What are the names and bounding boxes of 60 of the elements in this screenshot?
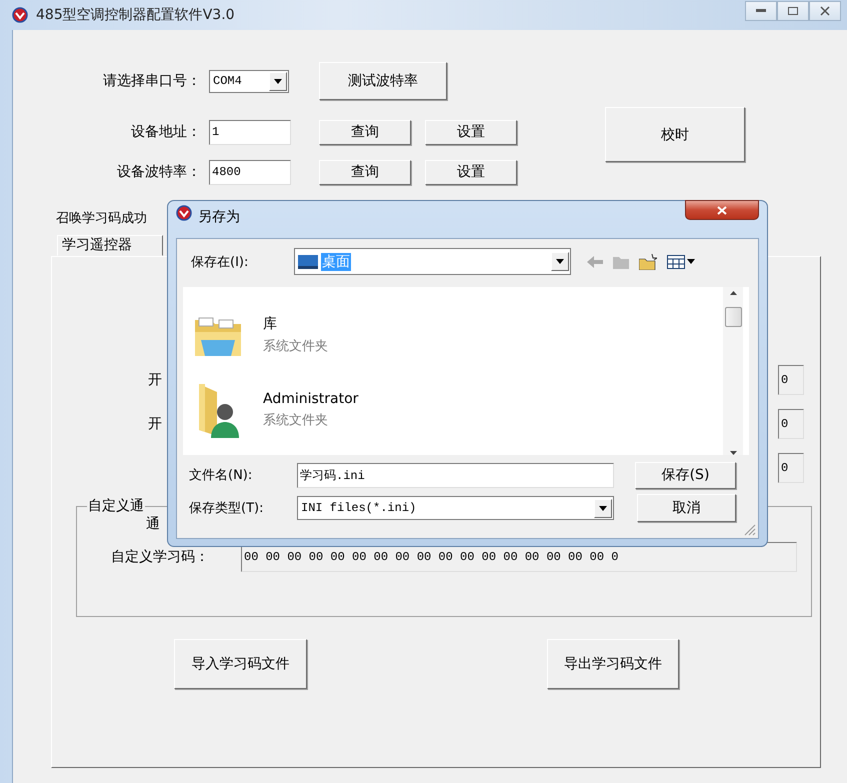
close-icon bbox=[717, 206, 727, 214]
tab[interactable]: 学习遥控器 bbox=[57, 235, 163, 256]
code-field[interactable]: 0 bbox=[778, 453, 804, 483]
scroll-thumb[interactable] bbox=[724, 307, 742, 327]
field-label: 设备地址： bbox=[130, 123, 202, 141]
input-field[interactable]: 4800 bbox=[209, 160, 291, 184]
resize-grip-icon[interactable] bbox=[744, 524, 756, 536]
channel-label: 通 bbox=[146, 516, 160, 532]
field-label: 保存类型(T): bbox=[188, 500, 264, 517]
minimize-icon bbox=[756, 9, 766, 13]
import-button[interactable]: 导入学习码文件 bbox=[174, 639, 307, 689]
window-title: 485型空调控制器配置软件V3.0 bbox=[36, 6, 235, 24]
set-button[interactable]: 设置 bbox=[425, 160, 517, 184]
row-label: 开 bbox=[148, 372, 162, 388]
code-field[interactable]: 0 bbox=[778, 365, 804, 395]
back-arrow-icon bbox=[587, 256, 603, 268]
field-label: 设备波特率： bbox=[116, 163, 202, 181]
port-dropdown[interactable]: COM4 bbox=[209, 70, 289, 92]
field-label: 请选择串口号： bbox=[102, 72, 202, 90]
status-text: 召唤学习码成功 bbox=[56, 210, 147, 227]
maximize-icon bbox=[788, 7, 798, 15]
close-icon bbox=[820, 6, 830, 16]
scroll-up-icon bbox=[730, 291, 736, 295]
export-button[interactable]: 导出学习码文件 bbox=[547, 639, 679, 689]
app-logo-icon bbox=[176, 205, 192, 221]
set-button[interactable]: 设置 bbox=[425, 120, 517, 144]
scroll-down-icon bbox=[730, 451, 736, 455]
app-logo-icon bbox=[12, 7, 28, 23]
dropdown-arrow-icon bbox=[599, 506, 607, 510]
close-button[interactable] bbox=[685, 200, 759, 220]
item-name[interactable]: Administrator bbox=[263, 390, 358, 406]
maximize-button[interactable] bbox=[777, 1, 809, 21]
cancel-button[interactable]: 取消 bbox=[637, 494, 736, 522]
minimize-button[interactable] bbox=[745, 1, 777, 21]
code-field[interactable]: 0 bbox=[778, 409, 804, 439]
close-button[interactable] bbox=[809, 1, 841, 21]
item-type: 系统文件夹 bbox=[263, 412, 329, 428]
test-baud-button[interactable]: 测试波特率 bbox=[319, 62, 447, 100]
item-type: 系统文件夹 bbox=[263, 338, 328, 354]
desktop-icon bbox=[298, 254, 318, 268]
view-menu-icon bbox=[667, 254, 695, 268]
dropdown-arrow-icon bbox=[556, 259, 564, 264]
sync-time-button[interactable]: 校时 bbox=[605, 107, 745, 162]
field-label: 自定义学习码： bbox=[111, 548, 210, 566]
dialog-title: 另存为 bbox=[198, 208, 240, 226]
query-button[interactable]: 查询 bbox=[319, 120, 411, 144]
new-folder-icon bbox=[639, 254, 657, 270]
field-label: 保存在(I): bbox=[190, 254, 250, 270]
input-field[interactable]: 1 bbox=[209, 120, 291, 144]
field-label: 文件名(N): bbox=[188, 467, 254, 484]
item-name[interactable]: 库 bbox=[263, 314, 328, 332]
query-button[interactable]: 查询 bbox=[319, 160, 411, 184]
save-button[interactable]: 保存(S) bbox=[635, 462, 736, 488]
scrollbar[interactable] bbox=[723, 287, 743, 455]
folder-up-icon bbox=[613, 254, 629, 268]
filename-field[interactable]: 学习码.ini bbox=[297, 462, 614, 488]
row-label: 开 bbox=[148, 416, 162, 432]
file-type-dropdown[interactable]: INI files(*.ini) bbox=[297, 496, 614, 520]
dropdown-arrow-icon bbox=[274, 78, 282, 84]
group-title: 自定义通 bbox=[87, 497, 145, 515]
